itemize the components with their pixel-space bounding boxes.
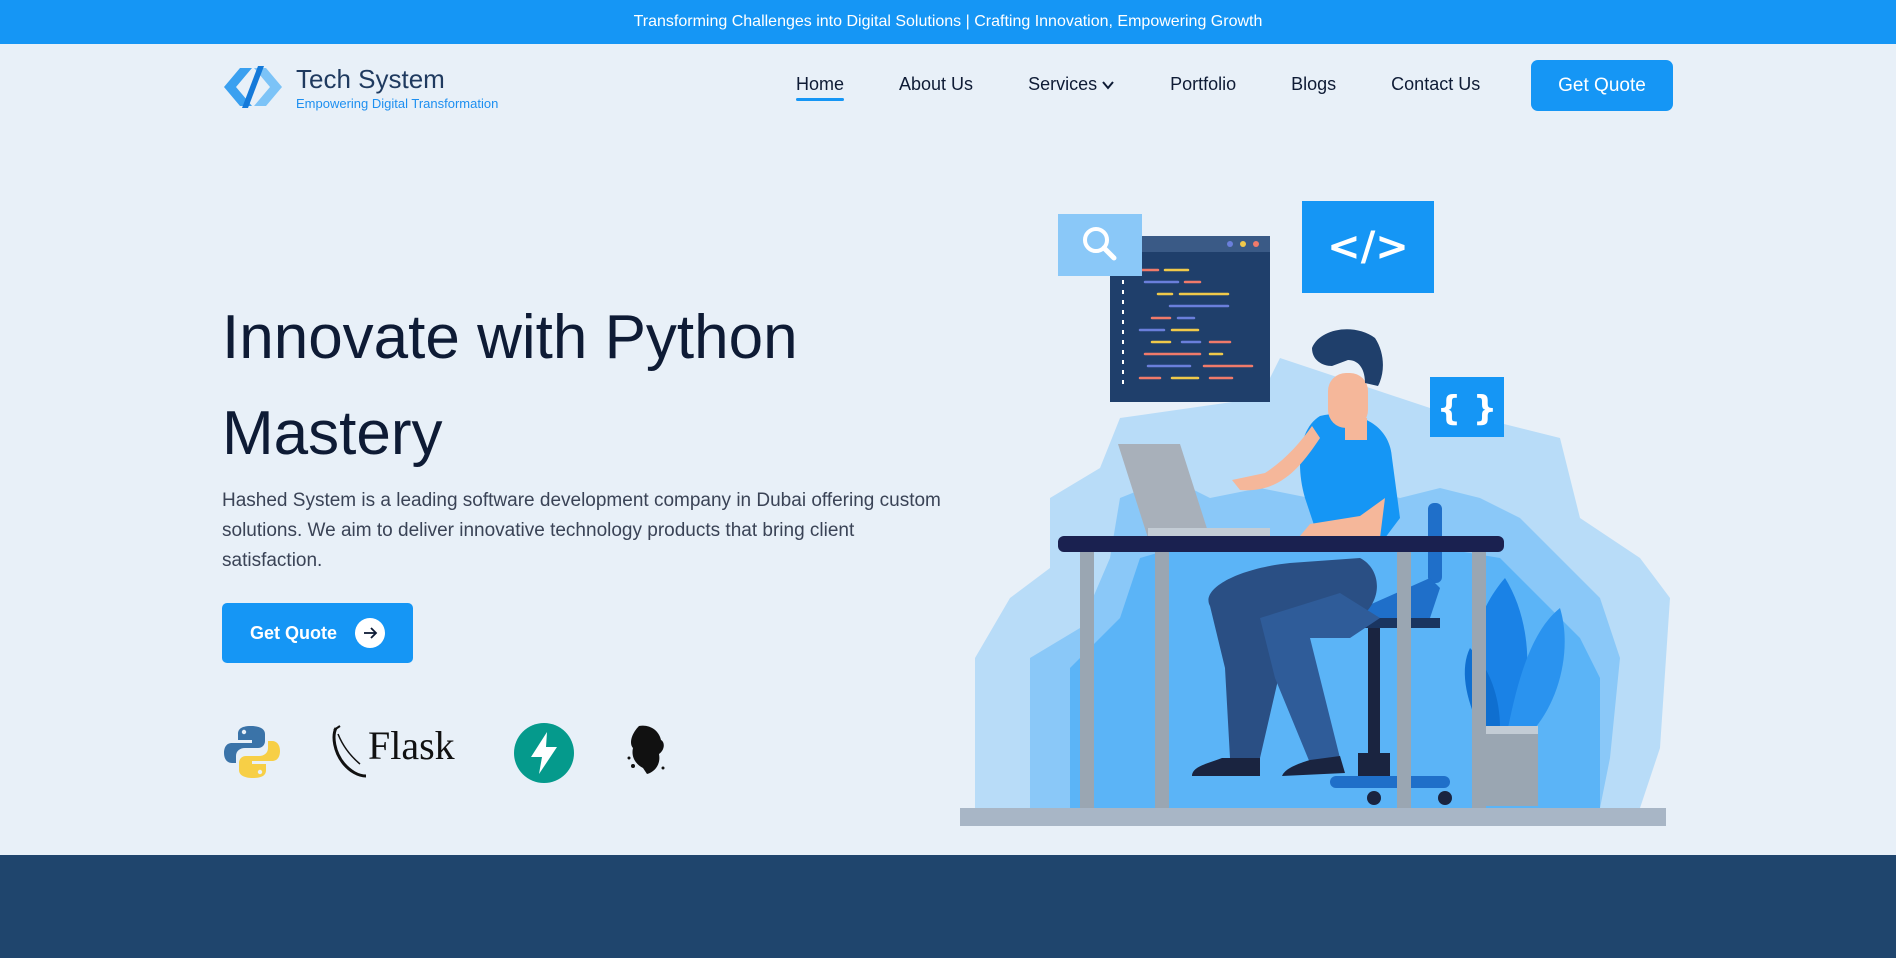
hero-get-quote-label: Get Quote (250, 622, 338, 643)
nav-home[interactable]: Home (796, 74, 845, 101)
nav-services-label: Services (1028, 74, 1098, 94)
logo-subtitle: Empowering Digital Transformation (296, 95, 499, 111)
footer-band (0, 855, 1896, 958)
flask-logo-icon (332, 725, 367, 778)
site-logo[interactable]: Tech System Empowering Digital Transform… (222, 62, 498, 112)
nav-portfolio[interactable]: Portfolio (1170, 74, 1236, 101)
fastapi-logo-icon (514, 723, 574, 783)
chevron-down-icon (1102, 80, 1114, 90)
code-tag-text: </> (1327, 224, 1409, 270)
pyramid-logo-icon (627, 725, 665, 774)
site-header: Tech System Empowering Digital Transform… (0, 44, 1896, 126)
search-icon-tag (1058, 214, 1142, 276)
developer-illustration: </> { } (960, 201, 1670, 826)
nav-blogs[interactable]: Blogs (1291, 74, 1336, 101)
arrow-right-icon (355, 618, 386, 648)
logo-title: Tech System (296, 63, 445, 94)
announcement-bar: Transforming Challenges into Digital Sol… (0, 0, 1896, 44)
code-bracket-logo-icon (224, 66, 282, 108)
nav-about-us[interactable]: About Us (899, 74, 973, 101)
hero-title: Innovate with Python Mastery (222, 303, 798, 468)
header-get-quote-button[interactable]: Get Quote (1531, 60, 1673, 111)
nav-services[interactable]: Services (1028, 74, 1115, 101)
hero-description: Hashed System is a leading software deve… (222, 490, 941, 571)
hero-get-quote-button[interactable]: Get Quote (222, 603, 413, 663)
flask-logo-text: Flask (368, 723, 455, 768)
python-logo-icon (224, 726, 280, 778)
nav-contact-us[interactable]: Contact Us (1391, 74, 1480, 101)
braces-tag-text: { } (1437, 389, 1497, 429)
announcement-text: Transforming Challenges into Digital Sol… (633, 13, 1263, 30)
main-nav: Home About Us Services Portfolio Blogs C… (796, 74, 1535, 101)
